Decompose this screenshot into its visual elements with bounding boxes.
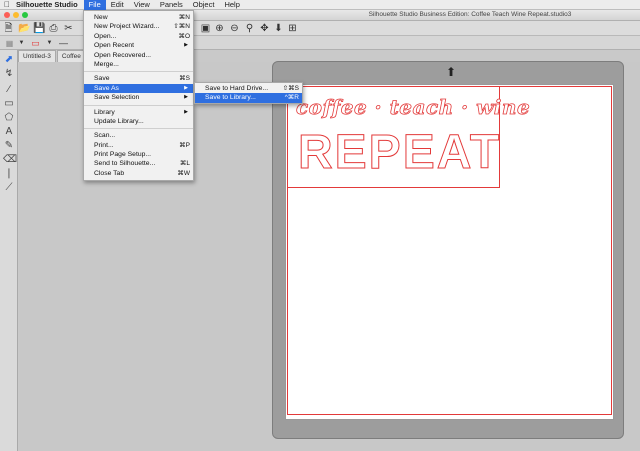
submenu-arrow-icon: ▶ [184, 42, 188, 49]
menu-item-merge[interactable]: Merge... [84, 60, 193, 69]
polygon-tool-icon[interactable]: ⬠ [3, 112, 15, 124]
submenu-arrow-icon: ▶ [184, 84, 188, 91]
menu-item-save-to-library[interactable]: Save to Library... ^⌘R [195, 93, 302, 103]
zoom-in-icon[interactable]: ⊕ [214, 23, 225, 34]
menu-file[interactable]: File [83, 0, 106, 10]
menu-separator [84, 71, 193, 73]
line-style-icon[interactable]: — [58, 38, 69, 49]
tab-coffee[interactable]: Coffee [56, 50, 86, 62]
menu-item-new-project-wizard[interactable]: New Project Wizard... ⇧⌘N [84, 22, 193, 31]
add-page-icon[interactable]: ⊞ [287, 23, 298, 34]
rectangle-tool-icon[interactable]: ▭ [3, 98, 15, 110]
submenu-arrow-icon: ▶ [184, 108, 188, 115]
design-text-top: coffee · teach · wine [296, 95, 531, 120]
menu-panels[interactable]: Panels [155, 0, 188, 10]
menubar:  Silhouette Studio File Edit View Panel… [0, 0, 640, 10]
eyedropper-tool-icon[interactable]: ⟋ [3, 182, 15, 194]
menu-item-save[interactable]: Save ⌘S [84, 74, 193, 83]
menu-help[interactable]: Help [219, 0, 244, 10]
menu-item-save-to-hard-drive[interactable]: Save to Hard Drive... ⇧⌘S [195, 84, 302, 93]
submenu-arrow-icon: ▶ [184, 94, 188, 101]
menu-object[interactable]: Object [188, 0, 220, 10]
menu-item-library[interactable]: Library ▶ [84, 108, 193, 117]
menu-item-close-tab[interactable]: Close Tab ⌘W [84, 169, 193, 178]
menu-item-new[interactable]: New ⌘N [84, 13, 193, 22]
select-tool-icon[interactable]: ⬈ [3, 54, 15, 66]
menu-item-update-library[interactable]: Update Library... [84, 117, 193, 126]
file-menu: New ⌘N New Project Wizard... ⇧⌘N Open... ⌘O… [83, 10, 194, 181]
zoom-out-icon[interactable]: ⊖ [229, 23, 240, 34]
menu-separator [84, 128, 193, 130]
app-menu[interactable]: Silhouette Studio [14, 0, 84, 9]
point-edit-tool-icon[interactable]: ↯ [3, 68, 15, 80]
select-all-icon[interactable]: ▣ [200, 23, 211, 34]
menu-view[interactable]: View [129, 0, 155, 10]
menu-item-open[interactable]: Open... ⌘O [84, 32, 193, 41]
apple-icon[interactable]:  [0, 0, 14, 9]
line-color-dropdown-icon[interactable]: ▼ [44, 38, 55, 49]
save-icon[interactable]: 💾 [33, 23, 45, 34]
menu-item-print-page-setup[interactable]: Print Page Setup... [84, 150, 193, 159]
knife-tool-icon[interactable]: ❘ [3, 168, 15, 180]
tab-untitled-3[interactable]: Untitled-3 [18, 50, 56, 62]
fill-dropdown-icon[interactable]: ▼ [16, 38, 27, 49]
menu-item-send-to-silhouette[interactable]: Send to Silhouette... ⌘L [84, 159, 193, 168]
zoom-fit-icon[interactable]: ⚲ [244, 23, 255, 34]
text-tool-icon[interactable]: A [3, 126, 15, 138]
pencil-tool-icon[interactable]: ✎ [3, 140, 15, 152]
menu-item-save-selection[interactable]: Save Selection ▶ [84, 93, 193, 102]
design-text-main: REPEAT [297, 126, 502, 179]
document-tabs: Untitled-3 Coffee [18, 50, 87, 62]
cut-icon[interactable]: ✂ [63, 23, 74, 34]
line-tool-icon[interactable]: ∕ [3, 84, 15, 96]
menu-item-print[interactable]: Print... ⌘P [84, 141, 193, 150]
line-color-icon[interactable]: ▭ [30, 38, 41, 49]
fit-page-down-icon[interactable]: ⬇ [273, 23, 284, 34]
fill-pattern-icon[interactable]: ▦ [4, 38, 15, 49]
menu-item-open-recovered[interactable]: Open Recovered... [84, 51, 193, 60]
menu-item-open-recent[interactable]: Open Recent ▶ [84, 41, 193, 50]
pan-icon[interactable]: ✥ [259, 23, 270, 34]
menu-separator [84, 104, 193, 106]
new-document-icon[interactable]: 🗎 [3, 23, 14, 34]
menu-edit[interactable]: Edit [106, 0, 129, 10]
menu-item-save-as[interactable]: Save As ▶ [84, 83, 193, 94]
menu-item-scan[interactable]: Scan... [84, 131, 193, 140]
feed-direction-arrow-icon: ⬆ [445, 65, 457, 79]
tool-strip: ⬈ ↯ ∕ ▭ ⬠ A ✎ ⌫ ❘ ⟋ [0, 50, 18, 451]
open-folder-icon[interactable]: 📂 [18, 23, 30, 34]
save-as-submenu: Save to Hard Drive... ⇧⌘S Save to Library… [194, 82, 303, 104]
eraser-tool-icon[interactable]: ⌫ [3, 154, 17, 166]
print-icon[interactable]: ⎙ [48, 23, 59, 34]
